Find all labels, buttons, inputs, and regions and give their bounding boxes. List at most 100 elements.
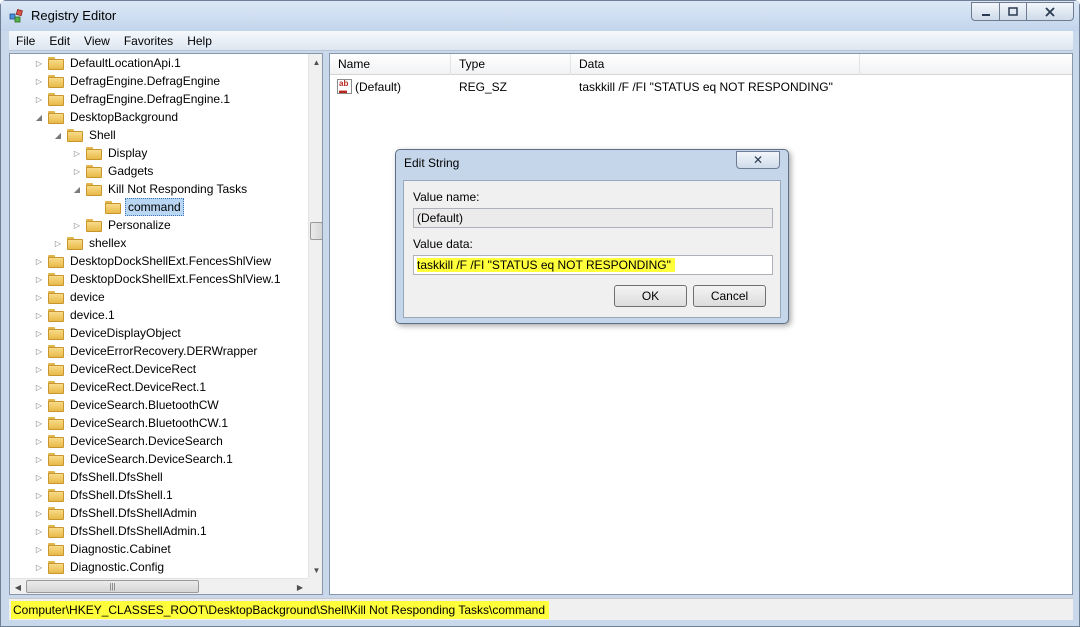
tree-item[interactable]: ▷ DesktopDockShellExt.FencesShlView <box>34 252 273 270</box>
expand-arrow-icon[interactable]: ▷ <box>34 436 44 446</box>
tree-item[interactable]: ▷ DeviceSearch.DeviceSearch.1 <box>34 450 235 468</box>
status-bar: Computer\HKEY_CLASSES_ROOT\DesktopBackgr… <box>9 598 1073 620</box>
menu-help[interactable]: Help <box>180 31 219 51</box>
folder-icon <box>48 74 64 88</box>
expand-arrow-icon[interactable]: ▷ <box>34 544 44 554</box>
expand-arrow-icon[interactable]: ▷ <box>34 292 44 302</box>
expand-arrow-icon[interactable]: ▷ <box>34 400 44 410</box>
tree-item[interactable]: ▷ DfsShell.DfsShell <box>34 468 165 486</box>
tree-vertical-scroll-thumb[interactable] <box>310 222 322 240</box>
expand-arrow-icon[interactable]: ▷ <box>34 364 44 374</box>
expand-arrow-icon[interactable]: ▷ <box>34 256 44 266</box>
value-data-input[interactable]: taskkill /F /FI "STATUS eq NOT RESPONDIN… <box>413 255 773 275</box>
expand-arrow-icon[interactable]: ▷ <box>34 328 44 338</box>
menu-edit[interactable]: Edit <box>42 31 77 51</box>
tree-item[interactable]: ▷ DeviceRect.DeviceRect.1 <box>34 378 208 396</box>
expand-arrow-icon[interactable]: ▷ <box>72 166 82 176</box>
expand-arrow-icon[interactable]: ▷ <box>34 310 44 320</box>
tree-item[interactable]: ▷ DesktopDockShellExt.FencesShlView.1 <box>34 270 283 288</box>
tree-item[interactable]: ▷ DeviceErrorRecovery.DERWrapper <box>34 342 259 360</box>
scroll-right-arrow-icon[interactable]: ▶ <box>292 579 308 594</box>
tree-item[interactable]: ▷ DefaultLocationApi.1 <box>34 54 183 72</box>
tree-item-label: DeviceSearch.DeviceSearch.1 <box>70 452 233 466</box>
tree-item[interactable]: ▷ DeviceDisplayObject <box>34 324 183 342</box>
folder-icon <box>48 416 64 430</box>
tree-item[interactable]: ▷ DeviceRect.DeviceRect <box>34 360 198 378</box>
expand-arrow-icon[interactable]: ▷ <box>34 508 44 518</box>
expand-arrow-icon[interactable]: ▷ <box>72 220 82 230</box>
expand-arrow-icon[interactable]: ▷ <box>34 58 44 68</box>
status-path: Computer\HKEY_CLASSES_ROOT\DesktopBackgr… <box>11 601 550 619</box>
tree-item[interactable]: ▷ shellex <box>53 234 128 252</box>
expand-arrow-icon[interactable]: ▷ <box>34 76 44 86</box>
expand-arrow-icon[interactable]: ▷ <box>34 454 44 464</box>
tree-item[interactable]: ▷ DfsShell.DfsShellAdmin <box>34 504 199 522</box>
tree-item[interactable]: ▷ device <box>34 288 107 306</box>
folder-icon <box>67 128 83 142</box>
tree-horizontal-scrollbar[interactable]: ◀ ||| ▶ <box>10 578 308 594</box>
folder-icon <box>48 560 64 574</box>
expand-arrow-icon[interactable]: ▷ <box>53 238 63 248</box>
maximize-button[interactable] <box>999 2 1027 21</box>
tree-item[interactable]: ▷ Gadgets <box>72 162 155 180</box>
expand-arrow-icon[interactable]: ▷ <box>34 526 44 536</box>
scroll-left-arrow-icon[interactable]: ◀ <box>10 579 26 594</box>
minimize-button[interactable] <box>971 2 1000 21</box>
column-header-type[interactable]: Type <box>451 54 571 75</box>
expand-arrow-icon[interactable]: ▷ <box>34 382 44 392</box>
scroll-down-arrow-icon[interactable]: ▼ <box>309 562 322 578</box>
expand-arrow-icon[interactable]: ▷ <box>34 490 44 500</box>
title-bar[interactable]: Registry Editor <box>1 1 1079 31</box>
tree-item[interactable]: ▷ DfsShell.DfsShellAdmin.1 <box>34 522 209 540</box>
tree-item[interactable]: ▷ DefragEngine.DefragEngine <box>34 72 222 90</box>
dialog-close-button[interactable]: ✕ <box>736 151 780 169</box>
menu-file[interactable]: File <box>9 31 42 51</box>
ok-button[interactable]: OK <box>614 285 687 307</box>
values-list-pane[interactable]: Name Type Data ab ▬ (Default) REG_SZ task… <box>329 53 1073 595</box>
tree-item[interactable]: ▷ Diagnostic.Cabinet <box>34 540 173 558</box>
close-button[interactable] <box>1026 2 1074 21</box>
tree-item[interactable]: ▷ DeviceSearch.BluetoothCW.1 <box>34 414 230 432</box>
tree-item[interactable]: ◢ Kill Not Responding Tasks <box>72 180 249 198</box>
expand-arrow-icon[interactable]: ▷ <box>34 418 44 428</box>
menu-view[interactable]: View <box>77 31 117 51</box>
tree-item-label: DeviceSearch.BluetoothCW.1 <box>70 416 229 430</box>
expand-arrow-icon[interactable]: ▷ <box>34 346 44 356</box>
tree-item-label: DeviceSearch.BluetoothCW <box>70 398 219 412</box>
tree-vertical-scrollbar[interactable]: ▲ ▼ <box>308 54 322 578</box>
expand-arrow-icon[interactable]: ▷ <box>34 472 44 482</box>
column-header-name[interactable]: Name <box>330 54 451 75</box>
value-data: taskkill /F /FI "STATUS eq NOT RESPONDIN… <box>579 80 833 94</box>
tree-item[interactable]: ▷ DeviceSearch.BluetoothCW <box>34 396 221 414</box>
folder-icon <box>48 434 64 448</box>
tree-item-label: DesktopDockShellExt.FencesShlView <box>70 254 272 268</box>
expand-arrow-icon[interactable]: ▷ <box>34 274 44 284</box>
collapse-arrow-icon[interactable]: ◢ <box>72 184 82 194</box>
expand-arrow-icon[interactable]: ▷ <box>34 562 44 572</box>
registry-tree-pane[interactable]: ▷ DefaultLocationApi.1 ▷ DefragEngine.Defra… <box>9 53 323 595</box>
scroll-up-arrow-icon[interactable]: ▲ <box>309 54 322 70</box>
tree-item-label: Diagnostic.Config <box>70 560 165 574</box>
expand-arrow-icon[interactable]: ▷ <box>72 148 82 158</box>
collapse-arrow-icon[interactable]: ◢ <box>34 112 44 122</box>
value-row[interactable]: ab ▬ (Default) REG_SZ taskkill /F /FI "ST… <box>330 78 1072 96</box>
tree-item[interactable]: ▷ device.1 <box>34 306 117 324</box>
tree-item[interactable]: ▷ Diagnostic.Config <box>34 558 166 576</box>
column-header-data[interactable]: Data <box>571 54 860 75</box>
folder-icon <box>105 200 121 214</box>
expand-arrow-icon[interactable]: ▷ <box>34 94 44 104</box>
tree-horizontal-scroll-thumb[interactable]: ||| <box>26 580 199 593</box>
tree-item[interactable]: ▷ DeviceSearch.DeviceSearch <box>34 432 225 450</box>
tree-item-label: DefragEngine.DefragEngine <box>70 74 221 88</box>
tree-item[interactable]: ▷ DfsShell.DfsShell.1 <box>34 486 175 504</box>
collapse-arrow-icon[interactable]: ◢ <box>53 130 63 140</box>
tree-item[interactable]: ◢ DesktopBackground <box>34 108 180 126</box>
tree-item[interactable]: ▷ DefragEngine.DefragEngine.1 <box>34 90 232 108</box>
menu-favorites[interactable]: Favorites <box>117 31 180 51</box>
tree-item[interactable]: command <box>91 198 184 216</box>
tree-item[interactable]: ◢ Shell <box>53 126 118 144</box>
dialog-body: Value name: (Default) Value data: taskki… <box>403 180 781 318</box>
cancel-button[interactable]: Cancel <box>693 285 766 307</box>
tree-item[interactable]: ▷ Display <box>72 144 149 162</box>
tree-item[interactable]: ▷ Personalize <box>72 216 173 234</box>
